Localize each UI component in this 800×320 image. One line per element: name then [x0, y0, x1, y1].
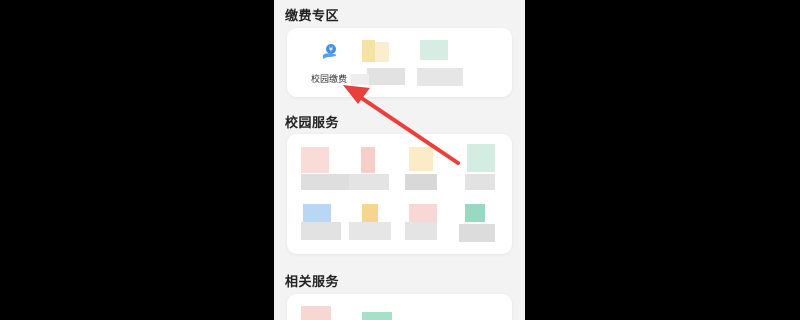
annotation-arrow-icon [343, 85, 460, 165]
app-screen: 缴费专区 ¥ 校园缴费 校园服务 相关服务 [274, 0, 525, 320]
